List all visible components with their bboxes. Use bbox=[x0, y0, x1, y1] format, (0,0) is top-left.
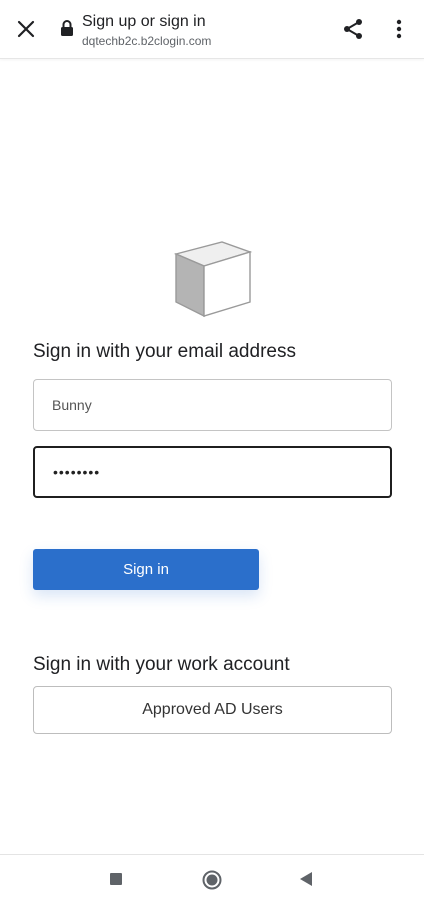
share-button[interactable] bbox=[340, 16, 366, 42]
lock-icon bbox=[61, 20, 73, 36]
recents-square-icon[interactable] bbox=[110, 873, 122, 885]
sign-in-button[interactable]: Sign in bbox=[33, 549, 259, 590]
approved-ad-users-button[interactable]: Approved AD Users bbox=[33, 686, 392, 734]
password-field[interactable] bbox=[33, 446, 392, 498]
page-url[interactable]: dqtechb2c.b2clogin.com bbox=[82, 34, 211, 49]
username-field[interactable] bbox=[33, 379, 392, 431]
more-vert-icon bbox=[396, 19, 402, 39]
home-circle-icon[interactable] bbox=[202, 870, 222, 890]
close-button[interactable] bbox=[12, 15, 40, 43]
page-title: Sign up or sign in bbox=[82, 13, 206, 30]
browser-toolbar: Sign up or sign in dqtechb2c.b2clogin.co… bbox=[0, 0, 424, 59]
cube-logo-icon bbox=[173, 241, 253, 318]
share-icon bbox=[344, 19, 362, 39]
more-options-button[interactable] bbox=[388, 16, 410, 42]
close-icon bbox=[17, 20, 35, 38]
system-navigation-bar bbox=[0, 854, 424, 901]
back-triangle-icon[interactable] bbox=[298, 871, 314, 887]
work-account-heading: Sign in with your work account bbox=[33, 654, 290, 675]
email-signin-heading: Sign in with your email address bbox=[33, 341, 296, 362]
